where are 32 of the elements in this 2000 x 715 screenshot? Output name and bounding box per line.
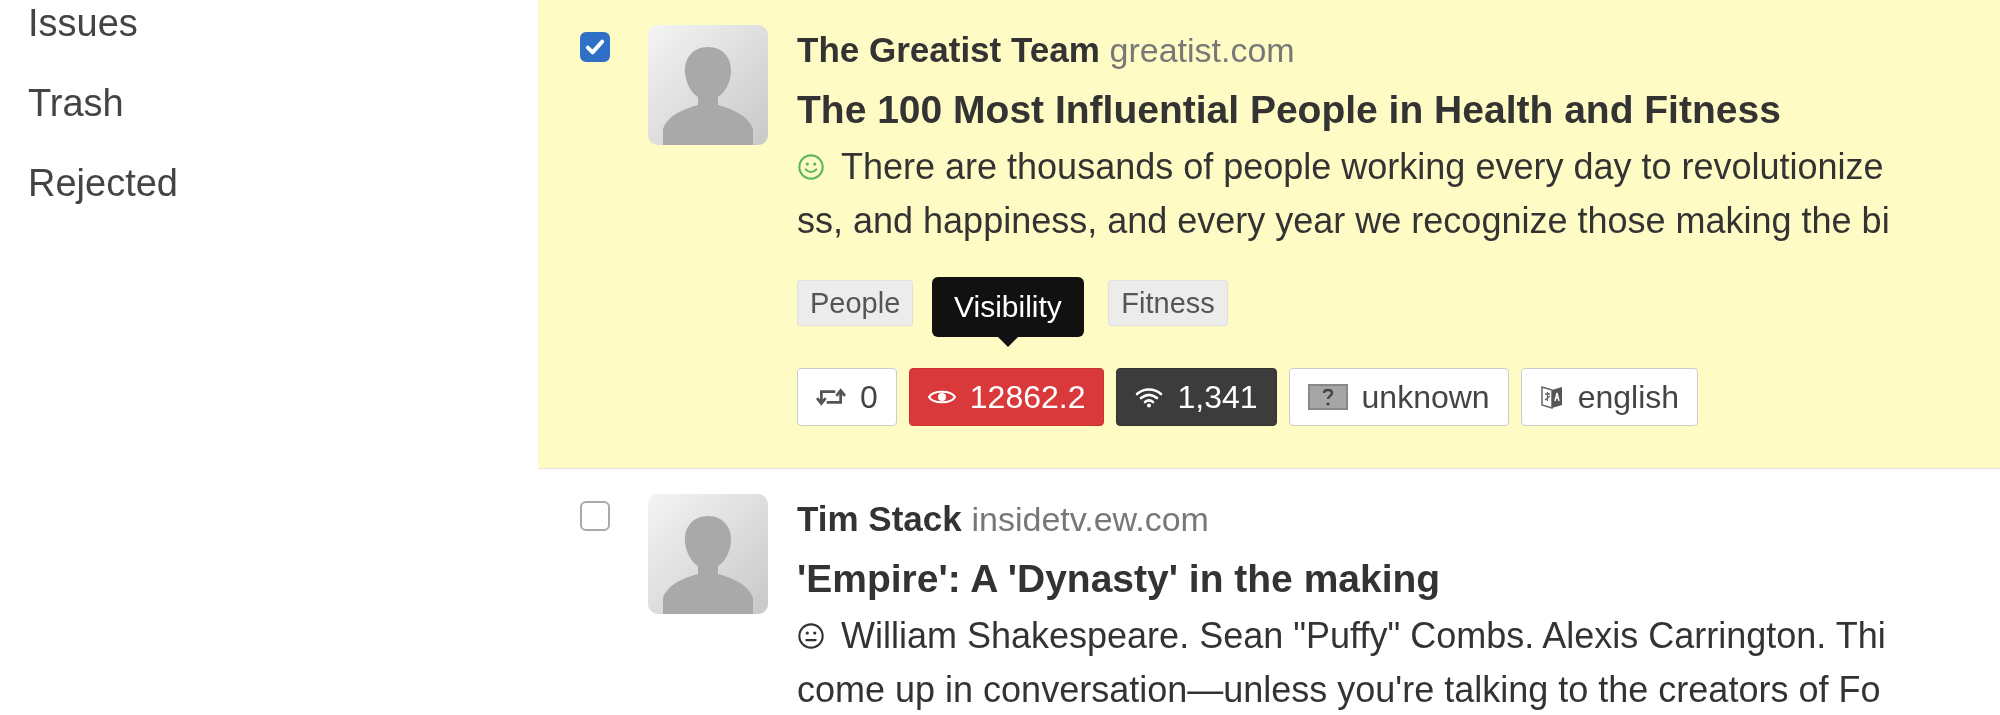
summary-text: come up in conversation—unless you're talking to the creators of Fo [797,668,1881,712]
sidebar-item[interactable]: Issues [28,0,538,46]
source-domain[interactable]: insidetv.ew.com [971,500,1209,538]
tooltip-arrow [997,337,1018,347]
checkbox[interactable] [580,501,610,531]
avatar-icon [648,25,768,145]
article-title[interactable]: 'Empire': A 'Dynasty' in the making [797,549,2000,609]
translate-icon [1539,384,1564,410]
tag[interactable]: Fitness [1108,280,1228,326]
sidebar-item[interactable]: Trash [28,80,538,126]
sidebar-item[interactable]: Rejected [28,160,538,206]
wifi-icon [1135,386,1164,408]
article-title[interactable]: The 100 Most Influential People in Health and Fitness [797,80,2000,140]
summary-text: There are thousands of people working every day to revolutionize [841,145,1884,189]
reach-button[interactable]: 1,341 [1116,368,1277,426]
avatar-icon [648,494,768,614]
language-button[interactable]: english [1520,368,1699,426]
author-name: Tim Stack [797,499,962,538]
summary-text: ss, and happiness, and every year we recognize those making the bi [797,199,1890,243]
shares-button[interactable]: 0 [797,368,897,426]
tag[interactable]: People [797,280,914,326]
smiley-icon [797,622,825,650]
eye-icon [927,388,956,406]
author-name: The Greatist Team [797,30,1100,69]
unknown-button[interactable]: unknown [1288,368,1509,426]
source-domain[interactable]: greatist.com [1109,31,1295,69]
repost-icon [816,386,846,408]
checkbox[interactable] [580,32,610,62]
question-icon [1307,384,1348,410]
summary-text: William Shakespeare. Sean "Puffy" Combs. Alexis Carrington. Thi [841,614,1886,658]
visibility-button[interactable]: 12862.2 [908,368,1105,426]
smiley-icon [797,153,825,181]
